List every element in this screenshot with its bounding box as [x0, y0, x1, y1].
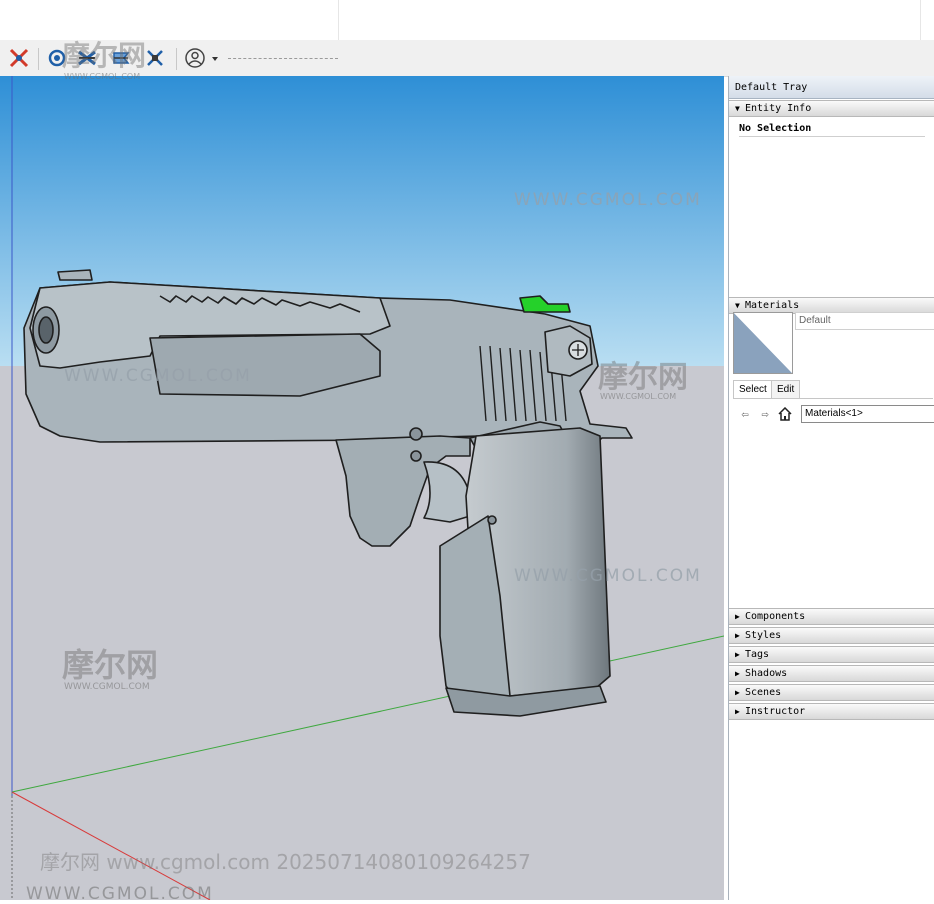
model-viewport[interactable]	[0, 76, 724, 900]
materials-tabs: Select Edit	[733, 380, 933, 399]
chevron-down-icon: ▼	[735, 301, 740, 310]
toolbar-dock-guide	[228, 58, 338, 59]
chevron-right-icon: ▶	[735, 669, 740, 678]
materials-nav: ⇦ ⇨ Materials<1>	[735, 404, 934, 424]
chevron-right-icon: ▶	[735, 650, 740, 659]
chevron-right-icon: ▶	[735, 631, 740, 640]
materials-library-dropdown[interactable]: Materials<1>	[801, 405, 934, 423]
panel-shadows[interactable]: ▶ Shadows	[729, 665, 934, 682]
entity-status: No Selection	[739, 123, 925, 137]
panel-label: Components	[745, 611, 806, 622]
viewport-canvas	[0, 76, 724, 900]
chevron-right-icon: ▶	[735, 612, 740, 621]
material-swatch[interactable]	[733, 312, 793, 374]
tab-edit[interactable]: Edit	[771, 380, 801, 398]
material-name-field[interactable]: Default	[795, 312, 934, 330]
entity-info-panel: No Selection	[729, 117, 934, 297]
section-planes-icon[interactable]	[108, 46, 134, 70]
panel-label: Scenes	[745, 687, 782, 698]
section-fill-icon[interactable]	[44, 46, 70, 70]
section-cuts-icon[interactable]	[142, 46, 168, 70]
chevron-down-icon: ▼	[735, 104, 740, 113]
section-display-icon[interactable]	[74, 46, 100, 70]
collapsed-panels: ▶ Components ▶ Styles ▶ Tags ▶ Shadows ▶ Scen…	[729, 608, 934, 722]
panel-scenes[interactable]: ▶ Scenes	[729, 684, 934, 701]
forward-arrow-icon[interactable]: ⇨	[757, 406, 773, 422]
divider	[338, 0, 339, 40]
home-icon[interactable]	[777, 406, 793, 422]
entity-info-header[interactable]: ▼ Entity Info	[729, 100, 934, 117]
account-icon[interactable]	[182, 46, 222, 70]
toolbar-separator	[38, 48, 39, 70]
panel-styles[interactable]: ▶ Styles	[729, 627, 934, 644]
panel-label: Instructor	[745, 706, 806, 717]
tray-title: Default Tray	[729, 76, 934, 99]
tab-select[interactable]: Select	[733, 380, 773, 398]
chevron-right-icon: ▶	[735, 707, 740, 716]
divider	[920, 0, 921, 40]
panel-components[interactable]: ▶ Components	[729, 608, 934, 625]
panel-tags[interactable]: ▶ Tags	[729, 646, 934, 663]
panel-label: Tags	[745, 649, 770, 660]
panel-instructor[interactable]: ▶ Instructor	[729, 703, 934, 720]
section-toolbar	[0, 40, 934, 77]
top-band	[0, 0, 934, 40]
back-arrow-icon[interactable]: ⇦	[737, 406, 753, 422]
panel-label: Shadows	[745, 668, 788, 679]
entity-info-label: Entity Info	[745, 103, 812, 114]
panel-label: Styles	[745, 630, 782, 641]
toolbar-separator	[176, 48, 177, 70]
chevron-right-icon: ▶	[735, 688, 740, 697]
section-cut-icon[interactable]	[6, 46, 32, 70]
materials-label: Materials	[745, 300, 800, 311]
default-tray: Default Tray ▼ Entity Info No Selection ▼…	[728, 76, 934, 900]
